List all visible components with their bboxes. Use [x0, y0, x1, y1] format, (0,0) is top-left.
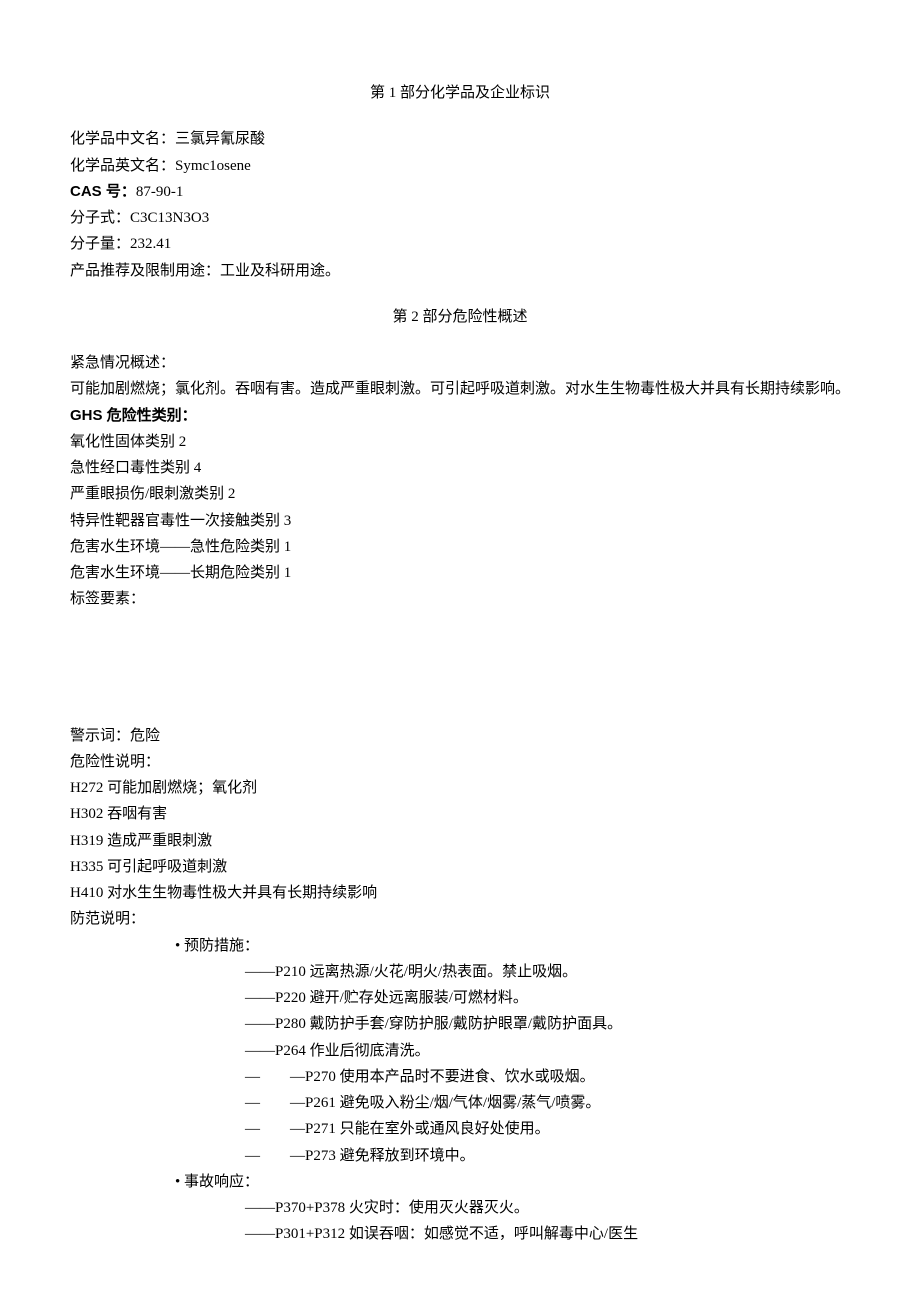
signal-word-label: 警示词：	[70, 728, 130, 744]
prevention-item: — —P273 避免释放到环境中。	[70, 1143, 850, 1169]
hazard-statement: H302 吞咽有害	[70, 801, 850, 827]
ghs-cat: 急性经口毒性类别 4	[70, 455, 850, 481]
label-elements: 标签要素：	[70, 586, 850, 612]
label: CAS 号：	[70, 183, 136, 200]
label: 化学品中文名：	[70, 131, 175, 147]
ghs-label: GHS 危险性类别：	[70, 403, 850, 429]
row-cas: CAS 号：87-90-1	[70, 179, 850, 205]
response-item: ——P301+P312 如误吞咽：如感觉不适，呼叫解毒中心/医生	[70, 1221, 850, 1247]
section1-header: 第 1 部分化学品及企业标识	[70, 80, 850, 106]
hazard-statement: H410 对水生生物毒性极大并具有长期持续影响	[70, 880, 850, 906]
pictogram-placeholder	[70, 613, 850, 723]
section2-content: 紧急情况概述： 可能加剧燃烧；氯化剂。吞咽有害。造成严重眼刺激。可引起呼吸道刺激…	[70, 350, 850, 1248]
signal-word: 警示词：危险	[70, 723, 850, 749]
value: Symc1osene	[175, 158, 251, 174]
value: 232.41	[130, 236, 171, 252]
row-mw: 分子量：232.41	[70, 231, 850, 257]
response-item: ——P370+P378 火灾时：使用灭火器灭火。	[70, 1195, 850, 1221]
ghs-cat: 严重眼损伤/眼刺激类别 2	[70, 481, 850, 507]
ghs-cat: 氧化性固体类别 2	[70, 429, 850, 455]
response-header: • 事故响应：	[70, 1169, 850, 1195]
emergency-label: 紧急情况概述：	[70, 350, 850, 376]
prevention-item: ——P210 远离热源/火花/明火/热表面。禁止吸烟。	[70, 959, 850, 985]
hazard-label: 危险性说明：	[70, 749, 850, 775]
row-en-name: 化学品英文名：Symc1osene	[70, 153, 850, 179]
section1-content: 化学品中文名：三氯异氰尿酸 化学品英文名：Symc1osene CAS 号：87…	[70, 126, 850, 284]
signal-word-value: 危险	[130, 728, 160, 744]
emergency-text: 可能加剧燃烧；氯化剂。吞咽有害。造成严重眼刺激。可引起呼吸道刺激。对水生生物毒性…	[70, 376, 850, 402]
prevention-item: ——P280 戴防护手套/穿防护服/戴防护眼罩/戴防护面具。	[70, 1011, 850, 1037]
label: 分子式：	[70, 210, 130, 226]
prevention-item: — —P270 使用本产品时不要进食、饮水或吸烟。	[70, 1064, 850, 1090]
ghs-cat: 特异性靶器官毒性一次接触类别 3	[70, 508, 850, 534]
prevention-item: ——P220 避开/贮存处远离服装/可燃材料。	[70, 985, 850, 1011]
row-cn-name: 化学品中文名：三氯异氰尿酸	[70, 126, 850, 152]
section2-header: 第 2 部分危险性概述	[70, 304, 850, 330]
value: 三氯异氰尿酸	[175, 131, 265, 147]
hazard-statement: H335 可引起呼吸道刺激	[70, 854, 850, 880]
label: 化学品英文名：	[70, 158, 175, 174]
prevention-item: ——P264 作业后彻底清洗。	[70, 1038, 850, 1064]
label: 产品推荐及限制用途：	[70, 263, 220, 279]
hazard-statement: H272 可能加剧燃烧；氧化剂	[70, 775, 850, 801]
value: 87-90-1	[136, 184, 184, 200]
ghs-cat: 危害水生环境——长期危险类别 1	[70, 560, 850, 586]
row-use: 产品推荐及限制用途：工业及科研用途。	[70, 258, 850, 284]
precaution-label: 防范说明：	[70, 906, 850, 932]
hazard-statement: H319 造成严重眼刺激	[70, 828, 850, 854]
prevention-item: — —P271 只能在室外或通风良好处使用。	[70, 1116, 850, 1142]
prevention-header: • 预防措施：	[70, 933, 850, 959]
prevention-item: — —P261 避免吸入粉尘/烟/气体/烟雾/蒸气/喷雾。	[70, 1090, 850, 1116]
value: C3C13N3O3	[130, 210, 209, 226]
label: 分子量：	[70, 236, 130, 252]
row-formula: 分子式：C3C13N3O3	[70, 205, 850, 231]
ghs-cat: 危害水生环境——急性危险类别 1	[70, 534, 850, 560]
value: 工业及科研用途。	[220, 263, 340, 279]
